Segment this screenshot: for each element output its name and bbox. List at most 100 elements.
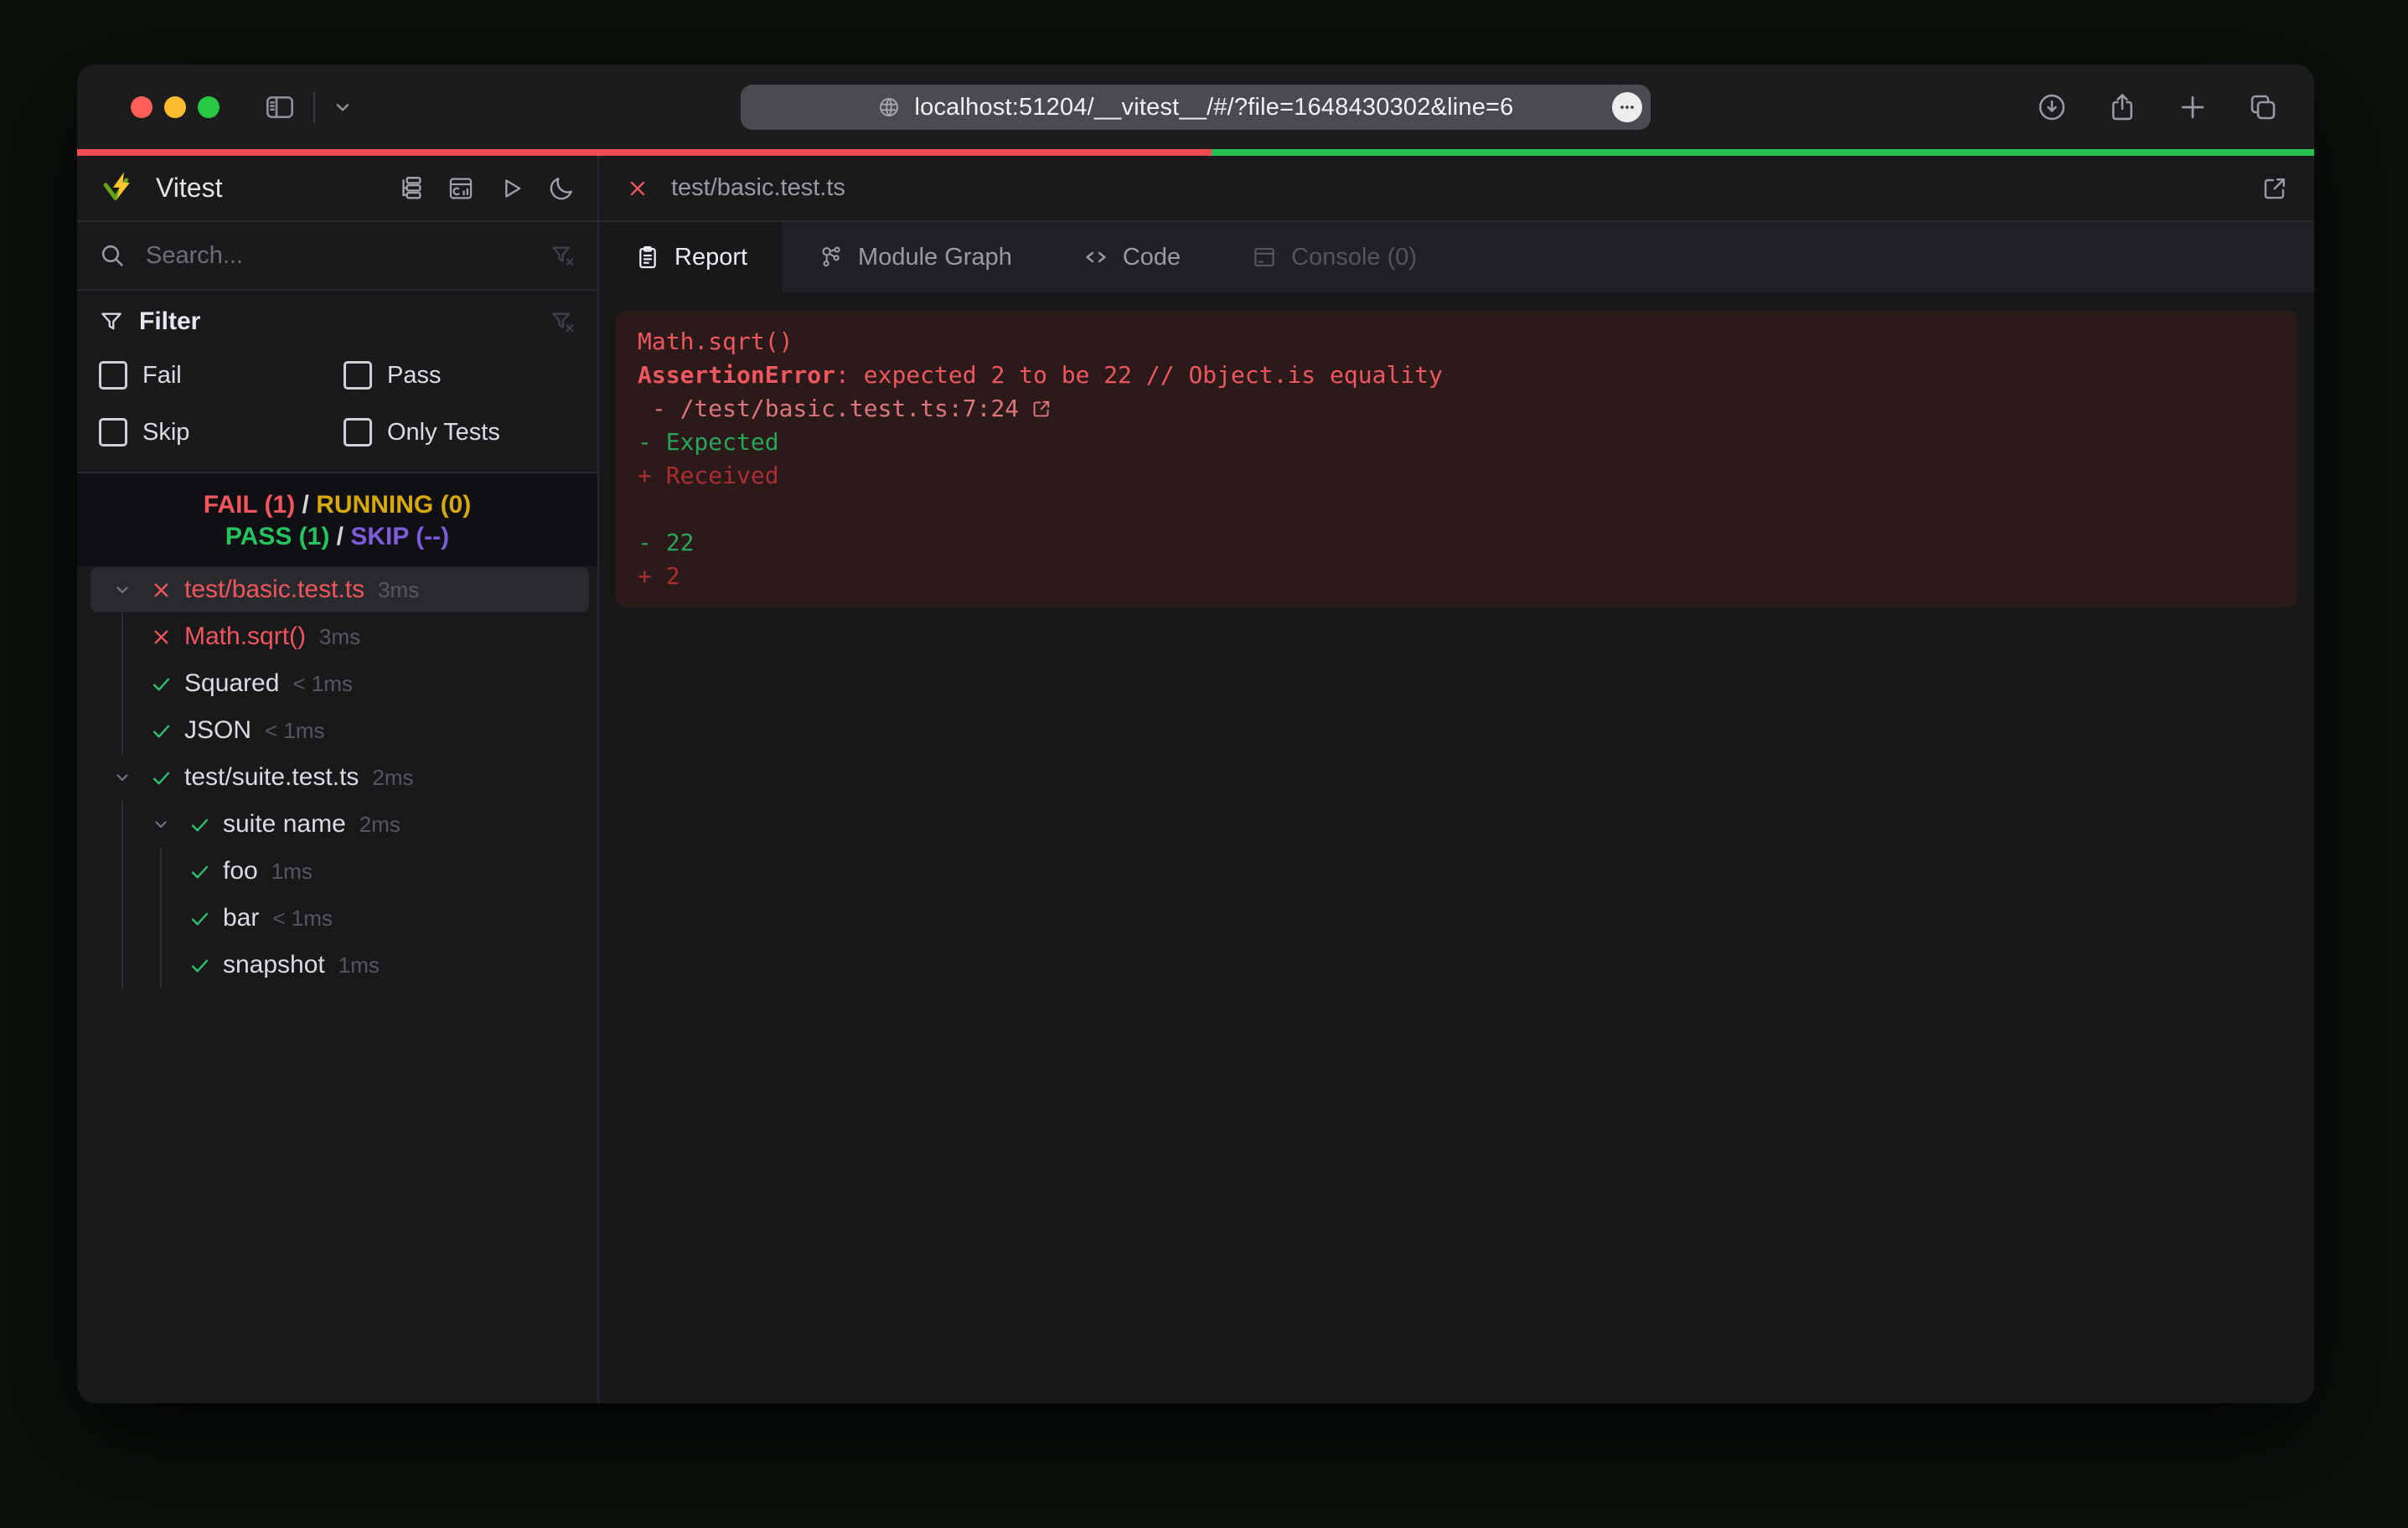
tab-label: Code xyxy=(1123,244,1181,271)
tab-code[interactable]: Code xyxy=(1047,222,1216,292)
tree-row[interactable]: test/basic.test.ts3ms xyxy=(77,566,597,613)
code-icon xyxy=(1083,244,1109,271)
new-tab-button[interactable] xyxy=(2177,91,2209,123)
test-progress-bar xyxy=(77,149,2314,156)
fail-icon xyxy=(144,620,178,653)
filter-title: Filter xyxy=(139,307,200,336)
test-duration: < 1ms xyxy=(292,671,353,697)
console-icon xyxy=(1251,244,1278,271)
tree-row[interactable]: snapshot 1ms xyxy=(77,942,597,989)
tab-label: Report xyxy=(674,244,747,271)
chevron-down-icon[interactable] xyxy=(144,808,178,841)
toolbar-divider xyxy=(313,91,315,123)
collapse-tree-icon[interactable] xyxy=(395,173,426,204)
test-name: test/basic.test.ts xyxy=(184,576,364,604)
tree-row[interactable]: suite name2ms xyxy=(77,801,597,848)
report-line-expected: - Expected xyxy=(638,426,2276,459)
downloads-button[interactable] xyxy=(2036,91,2068,123)
filter-section: Filter Fail Pass Skip Only Tests xyxy=(77,289,597,472)
checkbox-icon[interactable] xyxy=(99,361,127,390)
checkbox-label: Skip xyxy=(142,419,189,447)
tree-row[interactable]: JSON< 1ms xyxy=(77,707,597,754)
external-link-icon[interactable] xyxy=(1031,398,1052,420)
test-duration: 2ms xyxy=(372,765,413,791)
filter-checkbox-pass[interactable]: Pass xyxy=(344,361,576,390)
chevron-down-icon[interactable] xyxy=(332,96,354,118)
filter-checkbox-fail[interactable]: Fail xyxy=(99,361,344,390)
skip-count: SKIP (--) xyxy=(350,523,449,550)
test-name: snapshot xyxy=(223,951,325,979)
checkbox-icon[interactable] xyxy=(99,418,127,447)
test-duration: 3ms xyxy=(319,624,360,650)
dashboard-icon[interactable] xyxy=(445,173,477,204)
checkbox-icon[interactable] xyxy=(344,361,372,390)
tree-row[interactable]: test/suite.test.ts 2ms xyxy=(77,754,597,801)
test-name: Squared xyxy=(184,669,279,698)
error-panel: Math.sqrt()AssertionError: expected 2 to… xyxy=(616,311,2297,607)
progress-fail-segment xyxy=(77,149,1212,156)
tree-row[interactable]: Squared < 1ms xyxy=(77,660,597,707)
test-duration: 2ms xyxy=(359,812,400,838)
test-name: JSON xyxy=(184,716,251,745)
checkbox-label: Fail xyxy=(142,362,182,390)
filter-checkbox-skip[interactable]: Skip xyxy=(99,418,344,447)
tab-label: Module Graph xyxy=(858,244,1012,271)
traffic-lights xyxy=(131,96,220,118)
chevron-down-icon[interactable] xyxy=(106,573,139,607)
running-count: RUNNING (0) xyxy=(316,491,471,519)
pass-icon xyxy=(183,901,216,935)
run-all-icon[interactable] xyxy=(495,173,527,204)
pass-icon xyxy=(183,948,216,982)
tab-overview-button[interactable] xyxy=(2247,91,2279,123)
tree-row[interactable]: bar< 1ms xyxy=(77,895,597,942)
module-graph-icon xyxy=(818,244,845,271)
open-in-editor-icon[interactable] xyxy=(2261,174,2289,203)
sidebar-toggle-icon[interactable] xyxy=(263,90,297,124)
tree-row[interactable]: foo 1ms xyxy=(77,848,597,895)
report-line-received: + 2 xyxy=(638,560,2276,593)
filter-checkbox-only-tests[interactable]: Only Tests xyxy=(344,418,576,447)
search-input[interactable] xyxy=(144,241,549,271)
tab-report[interactable]: Report xyxy=(599,222,783,292)
pass-icon xyxy=(144,667,178,700)
address-bar[interactable]: localhost:51204/__vitest__/#/?file=16484… xyxy=(741,85,1651,130)
sidebar: Vitest Filter xyxy=(77,156,599,1403)
minimize-button[interactable] xyxy=(164,96,186,118)
test-name: foo xyxy=(223,857,258,885)
tab-console-0[interactable]: Console (0) xyxy=(1216,222,1452,292)
test-tree: test/basic.test.ts3ms Math.sqrt() 3ms Squar… xyxy=(77,566,597,1403)
dark-mode-icon[interactable] xyxy=(545,173,577,204)
zoom-button[interactable] xyxy=(198,96,220,118)
url-text[interactable]: localhost:51204/__vitest__/#/?file=16484… xyxy=(914,94,1513,121)
report-line-stack[interactable]: - /test/basic.test.ts:7:24 xyxy=(638,392,2276,426)
close-file-icon[interactable] xyxy=(626,177,649,200)
test-duration: < 1ms xyxy=(272,906,333,932)
tree-row[interactable]: Math.sqrt() 3ms xyxy=(77,613,597,660)
search-icon xyxy=(99,242,126,269)
test-duration: 1ms xyxy=(338,952,380,978)
file-header: test/basic.test.ts xyxy=(599,156,2314,220)
test-name: Math.sqrt() xyxy=(184,622,306,651)
chevron-down-icon[interactable] xyxy=(106,761,139,794)
status-summary: FAIL (1) / RUNNING (0) PASS (1) / SKIP (… xyxy=(77,472,597,566)
checkbox-icon[interactable] xyxy=(344,418,372,447)
test-name: test/suite.test.ts xyxy=(184,763,359,792)
tab-module-graph[interactable]: Module Graph xyxy=(783,222,1047,292)
progress-pass-segment xyxy=(1212,149,2314,156)
report-line-blank xyxy=(638,493,2276,526)
search-bar xyxy=(77,220,597,289)
more-options-button[interactable] xyxy=(1612,92,1642,122)
clipboard-icon xyxy=(634,244,661,271)
report-line-error: AssertionError: expected 2 to be 22 // O… xyxy=(638,359,2276,392)
pass-icon xyxy=(183,808,216,841)
clear-filter-icon[interactable] xyxy=(549,308,576,335)
desktop: { "browser": { "url": "localhost:51204/_… xyxy=(0,0,2408,1528)
report-line-title: Math.sqrt() xyxy=(638,325,2276,359)
app-title: Vitest xyxy=(156,173,222,204)
close-button[interactable] xyxy=(131,96,152,118)
pass-icon xyxy=(183,854,216,888)
sidebar-header: Vitest xyxy=(77,156,597,220)
test-duration: 1ms xyxy=(271,859,313,885)
share-button[interactable] xyxy=(2106,91,2138,123)
clear-search-icon[interactable] xyxy=(549,242,576,269)
